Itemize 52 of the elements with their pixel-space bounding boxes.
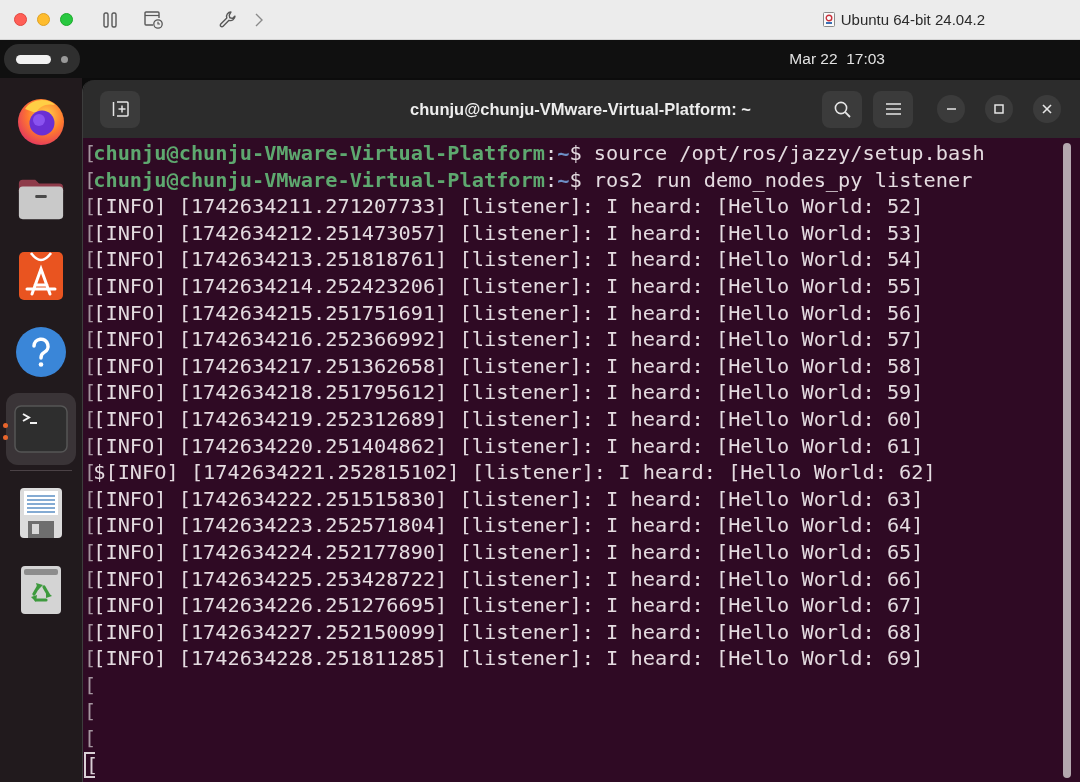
terminal-line: [ bbox=[84, 671, 94, 699]
terminal-icon bbox=[14, 404, 68, 453]
output-line: [[INFO] [1742634218.251795612] [listener]: I heard: [Hello World: 59] bbox=[84, 379, 924, 406]
output-line: [[INFO] [1742634220.251404862] [listener]: I heard: [Hello World: 61] bbox=[84, 432, 924, 460]
workspace-indicator-icon bbox=[16, 54, 51, 64]
trash-icon bbox=[19, 564, 63, 615]
command-line: [chunju@chunju-VMware-Virtual-Platform:~$ ros2 run demo_nodes_py listener bbox=[84, 166, 973, 194]
output-line: [[INFO] [1742634227.252150099] [listener]: I heard: [Hello World: 68] bbox=[84, 618, 924, 646]
maximize-icon bbox=[994, 104, 1004, 114]
output-line: [[INFO] [1742634228.251811285] [listener]: I heard: [Hello World: 69] bbox=[84, 645, 924, 672]
menu-icon bbox=[885, 103, 901, 115]
maximize-button[interactable] bbox=[985, 95, 1013, 123]
snapshot-icon[interactable] bbox=[144, 10, 163, 29]
output-line: [[INFO] [1742634226.251276695] [listener]: I heard: [Hello World: 67] bbox=[84, 592, 924, 619]
window-title: Ubuntu 64-bit 24.04.2 bbox=[840, 11, 985, 28]
pause-icon[interactable] bbox=[103, 11, 117, 28]
new-tab-button[interactable] bbox=[100, 90, 140, 128]
output-line: [[INFO] [1742634217.251362658] [listener]: I heard: [Hello World: 58] bbox=[84, 352, 924, 380]
output-line: [[INFO] [1742634223.252571804] [listener]: I heard: [Hello World: 64] bbox=[84, 512, 924, 539]
search-button[interactable] bbox=[822, 90, 862, 128]
output-line: [[INFO] [1742634214.252423206] [listener]: I heard: [Hello World: 55] bbox=[84, 272, 924, 300]
activities-button[interactable] bbox=[4, 44, 80, 74]
chevron-right-icon[interactable] bbox=[255, 12, 263, 27]
text-cursor: [ bbox=[84, 751, 95, 778]
output-line: [[INFO] [1742634212.251473057] [listener]: I heard: [Hello World: 53] bbox=[84, 219, 924, 247]
output-line: [[INFO] [1742634216.252366992] [listener]: I heard: [Hello World: 57] bbox=[84, 326, 924, 353]
output-line: [$[INFO] [1742634221.252815102] [listener]: I heard: [Hello World: 62] bbox=[84, 459, 936, 486]
window-close-button[interactable] bbox=[14, 13, 27, 26]
minimize-button[interactable] bbox=[937, 95, 965, 123]
terminal-line: [ bbox=[84, 698, 94, 726]
output-line: [[INFO] [1742634213.251818761] [listener]: I heard: [Hello World: 54] bbox=[84, 246, 924, 273]
command-line: [chunju@chunju-VMware-Virtual-Platform:~$ source /opt/ros/jazzy/setup.bash bbox=[84, 140, 985, 167]
close-button[interactable] bbox=[1033, 95, 1061, 123]
minimize-icon bbox=[946, 108, 956, 110]
new-tab-icon bbox=[111, 101, 129, 117]
output-line: [[INFO] [1742634211.271207733] [listener]: I heard: [Hello World: 52] bbox=[84, 193, 924, 220]
help-icon bbox=[15, 325, 67, 378]
document-icon bbox=[822, 12, 835, 27]
menu-button[interactable] bbox=[873, 90, 913, 128]
date-time[interactable]: Mar 22 17:03 bbox=[789, 50, 885, 68]
search-icon bbox=[833, 100, 851, 118]
output-line: [[INFO] [1742634224.252177890] [listener]: I heard: [Hello World: 65] bbox=[84, 538, 924, 566]
scrollbar-thumb[interactable] bbox=[1063, 143, 1071, 778]
wrench-icon[interactable] bbox=[219, 10, 238, 29]
workspace-dot-icon bbox=[61, 55, 68, 63]
close-icon bbox=[1042, 104, 1052, 114]
output-line: [[INFO] [1742634225.253428722] [listener]: I heard: [Hello World: 66] bbox=[84, 565, 924, 593]
window-title: chunju@chunju-VMware-Virtual-Platform: ~ bbox=[410, 99, 751, 119]
terminal-line: [ bbox=[84, 725, 94, 752]
output-line: [[INFO] [1742634222.251515830] [listener]: I heard: [Hello World: 63] bbox=[84, 485, 924, 513]
output-line: [[INFO] [1742634215.251751691] [listener]: I heard: [Hello World: 56] bbox=[84, 299, 924, 327]
output-line: [[INFO] [1742634219.252312689] [listener]: I heard: [Hello World: 60] bbox=[84, 405, 924, 433]
